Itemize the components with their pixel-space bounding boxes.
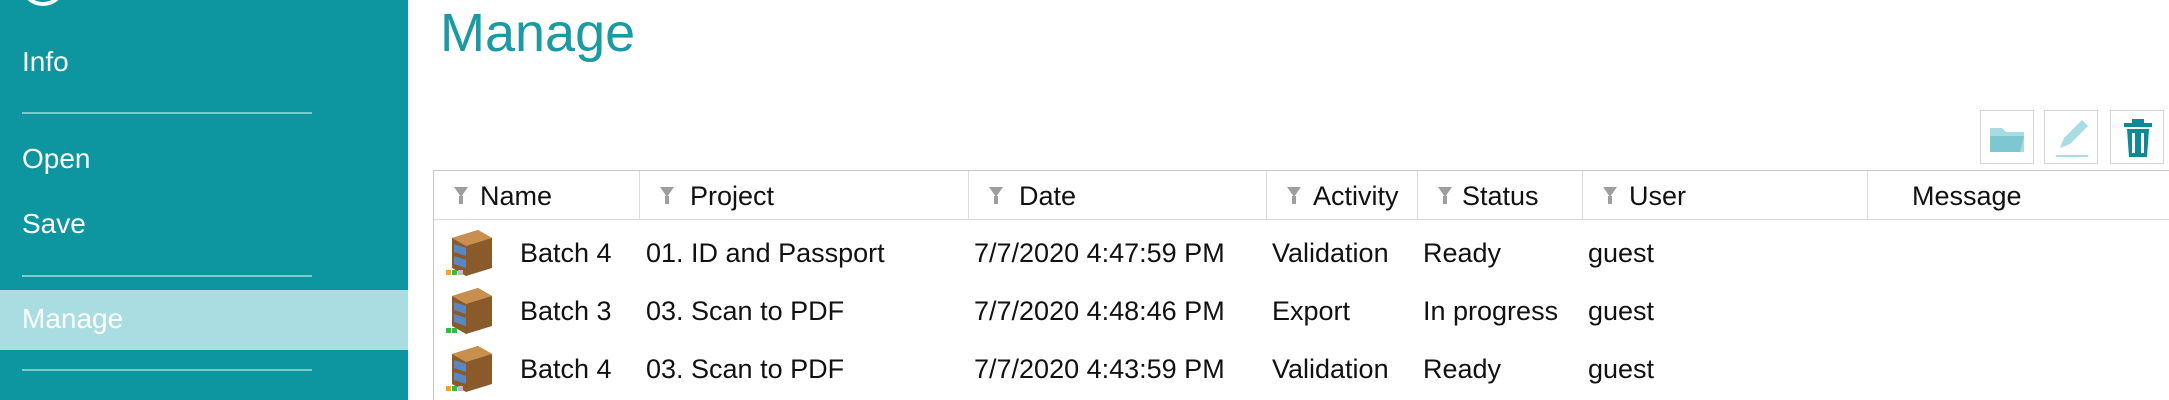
sidebar-item-info[interactable]: Info xyxy=(22,46,69,78)
trash-icon xyxy=(2124,119,2152,157)
cell-status: In progress xyxy=(1423,296,1559,326)
cell-date: 7/7/2020 4:47:59 PM xyxy=(974,238,1225,268)
divider xyxy=(22,112,312,114)
sidebar-item-manage[interactable]: Manage xyxy=(0,290,408,350)
column-header-status[interactable]: Status xyxy=(1418,171,1583,219)
edit-pencil-icon xyxy=(2056,120,2088,157)
table-header: Name Project Date Activity Status User M… xyxy=(434,171,2169,220)
cell-project: 01. ID and Passport xyxy=(646,238,885,268)
column-header-name[interactable]: Name xyxy=(434,171,640,219)
filter-icon[interactable] xyxy=(1287,187,1301,204)
cell-project: 03. Scan to PDF xyxy=(646,296,845,326)
filter-icon[interactable] xyxy=(1438,187,1452,204)
back-button[interactable] xyxy=(20,0,66,6)
column-header-activity[interactable]: Activity xyxy=(1267,171,1418,219)
divider xyxy=(22,275,312,277)
divider xyxy=(22,369,312,371)
sidebar-item-open[interactable]: Open xyxy=(22,143,91,175)
cell-activity: Export xyxy=(1272,296,1351,326)
table-row[interactable]: Batch 4 03. Scan to PDF 7/7/2020 4:43:59… xyxy=(434,340,2169,398)
cell-date: 7/7/2020 4:48:46 PM xyxy=(974,296,1225,326)
batch-table: Name Project Date Activity Status User M… xyxy=(433,170,2169,400)
sidebar-item-save[interactable]: Save xyxy=(22,208,86,240)
table-row[interactable]: Batch 3 03. Scan to PDF 7/7/2020 4:48:46… xyxy=(434,282,2169,340)
page-title: Manage xyxy=(440,3,636,63)
sidebar: Info Open Save Manage xyxy=(0,0,408,400)
table-row[interactable]: Batch 4 01. ID and Passport 7/7/2020 4:4… xyxy=(434,224,2169,282)
cell-date: 7/7/2020 4:43:59 PM xyxy=(974,354,1225,384)
column-header-message[interactable]: Message xyxy=(1868,171,2169,219)
cell-status: Ready xyxy=(1423,354,1502,384)
column-header-project[interactable]: Project xyxy=(640,171,969,219)
cell-activity: Validation xyxy=(1272,354,1389,384)
batch-cabinet-icon xyxy=(446,346,492,392)
filter-icon[interactable] xyxy=(660,187,674,204)
cell-user: guest xyxy=(1588,296,1655,326)
column-header-date[interactable]: Date xyxy=(969,171,1267,219)
filter-icon[interactable] xyxy=(989,187,1003,204)
cell-name: Batch 4 xyxy=(520,354,612,384)
column-header-user[interactable]: User xyxy=(1583,171,1868,219)
cell-user: guest xyxy=(1588,354,1655,384)
batch-cabinet-icon xyxy=(446,230,492,276)
cell-user: guest xyxy=(1588,238,1655,268)
filter-icon[interactable] xyxy=(454,187,468,204)
open-folder-icon xyxy=(1990,128,2024,152)
cell-name: Batch 4 xyxy=(520,238,612,268)
cell-activity: Validation xyxy=(1272,238,1389,268)
sidebar-item-label: Manage xyxy=(22,303,124,334)
cell-name: Batch 3 xyxy=(520,296,612,326)
filter-icon[interactable] xyxy=(1603,187,1617,204)
batch-cabinet-icon xyxy=(446,288,492,334)
cell-status: Ready xyxy=(1423,238,1502,268)
delete-button[interactable] xyxy=(2110,110,2164,164)
cell-project: 03. Scan to PDF xyxy=(646,354,845,384)
open-folder-button[interactable] xyxy=(1980,110,2034,164)
edit-button[interactable] xyxy=(2044,110,2098,164)
